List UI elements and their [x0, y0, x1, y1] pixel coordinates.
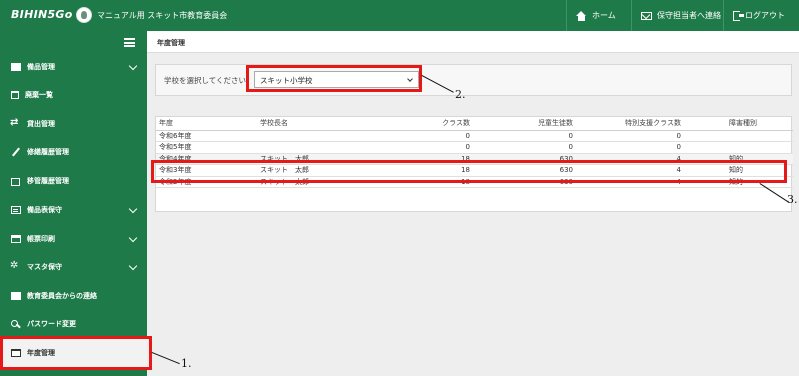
- sidebar-item-label: 教育委員会からの連絡: [27, 292, 97, 300]
- app-logo[interactable]: BIHIN5Go: [11, 8, 73, 21]
- sidebar-item-label: パスワード変更: [27, 320, 76, 328]
- chevron-down-icon: [128, 233, 138, 243]
- trash-icon: [11, 91, 19, 99]
- main-content: 年度管理 学校を選択してください。 スキット小学校 年度 学校長名 クラス数 児…: [147, 31, 799, 376]
- sidebar-item-label: 備品表保守: [27, 206, 62, 214]
- home-icon: [576, 10, 587, 21]
- logout-icon: [733, 10, 744, 21]
- chevron-down-icon: [128, 61, 138, 71]
- box-icon: [11, 63, 21, 71]
- sidebar-item-equipment[interactable]: 備品管理: [0, 53, 147, 81]
- school-select-label: 学校を選択してください。: [164, 76, 254, 85]
- table-row[interactable]: 令和5年度 0 0 0: [156, 141, 793, 154]
- sidebar-item-repair-history[interactable]: 修繕履歴管理: [0, 138, 147, 166]
- table-cell: 0: [442, 141, 470, 154]
- swap-icon: [10, 117, 21, 128]
- sidebar-item-print[interactable]: 帳票印刷: [0, 225, 147, 253]
- annotation-box-1: [0, 336, 152, 370]
- column-header: 特別支援クラス数: [573, 117, 681, 131]
- contact-label: 保守担当者へ連絡: [657, 11, 721, 20]
- sidebar-item-label: 備品管理: [27, 63, 55, 71]
- table-header-row: 年度 学校長名 クラス数 児童生徒数 特別支援クラス数 障害種別: [156, 117, 793, 131]
- key-icon: [11, 320, 21, 328]
- column-header: クラス数: [442, 117, 470, 131]
- top-bar: BIHIN5Go マニュアル用 スキット市教育委員会 ホーム 保守担当者へ連絡 …: [0, 0, 799, 31]
- logout-label: ログアウト: [745, 11, 785, 20]
- sidebar-item-label: 貸出管理: [27, 120, 55, 128]
- table-cell: 0: [442, 130, 470, 142]
- sidebar-item-label: マスタ保守: [27, 263, 62, 271]
- table-cell: [681, 141, 793, 154]
- mail-icon: [641, 11, 652, 20]
- truck-icon: [11, 177, 21, 186]
- sidebar-item-label: 廃棄一覧: [25, 91, 53, 99]
- column-header: 障害種別: [681, 117, 793, 131]
- sidebar: 備品管理 廃棄一覧 貸出管理 修繕履歴管理 移管履歴管理 備品表保守 帳票印刷 …: [0, 31, 147, 376]
- breadcrumb: 年度管理: [147, 31, 799, 53]
- chevron-down-icon: [128, 261, 138, 271]
- sidebar-item-label: 移管履歴管理: [27, 177, 69, 185]
- org-name: マニュアル用 スキット市教育委員会: [97, 11, 228, 20]
- table-cell: [681, 130, 793, 142]
- print-icon: [11, 235, 21, 243]
- table-cell: 0: [573, 141, 681, 154]
- sidebar-item-label: 帳票印刷: [27, 235, 55, 243]
- table-cell: [260, 141, 442, 154]
- org-emblem-icon: [76, 7, 92, 23]
- logout-link[interactable]: ログアウト: [723, 0, 799, 31]
- column-header: 学校長名: [260, 117, 442, 131]
- table-cell: 0: [573, 130, 681, 142]
- annotation-box-3: [151, 160, 787, 183]
- mail-icon: [11, 292, 21, 300]
- sidebar-item-transfer-history[interactable]: 移管履歴管理: [0, 167, 147, 195]
- annotation-label-1: 1.: [181, 357, 192, 370]
- home-label: ホーム: [592, 11, 616, 20]
- annotation-label-2: 2.: [455, 88, 466, 101]
- contact-support-link[interactable]: 保守担当者へ連絡: [631, 0, 723, 31]
- column-header: 児童生徒数: [470, 117, 573, 131]
- sidebar-item-lending[interactable]: 貸出管理: [0, 110, 147, 138]
- sidebar-item-disposal[interactable]: 廃棄一覧: [0, 81, 147, 109]
- table-cell: 0: [470, 130, 573, 142]
- table-row[interactable]: 令和6年度 0 0 0: [156, 130, 793, 142]
- chevron-down-icon: [128, 204, 138, 214]
- column-header: 年度: [156, 117, 260, 131]
- gear-icon: [10, 260, 21, 271]
- sidebar-item-label: 修繕履歴管理: [27, 148, 69, 156]
- table-cell: 令和5年度: [156, 141, 260, 154]
- sidebar-item-master[interactable]: マスタ保守: [0, 253, 147, 281]
- annotation-label-3: 3.: [787, 193, 798, 206]
- annotation-box-2: [246, 65, 422, 92]
- home-link[interactable]: ホーム: [566, 0, 631, 31]
- hamburger-menu-icon[interactable]: [124, 38, 135, 47]
- sidebar-item-password[interactable]: パスワード変更: [0, 310, 147, 338]
- list-icon: [11, 206, 21, 214]
- wrench-icon: [11, 148, 21, 156]
- table-cell: 令和6年度: [156, 130, 260, 142]
- sidebar-item-notices[interactable]: 教育委員会からの連絡: [0, 282, 147, 310]
- table-cell: [260, 130, 442, 142]
- table-cell: 0: [470, 141, 573, 154]
- sidebar-item-equipment-table[interactable]: 備品表保守: [0, 196, 147, 224]
